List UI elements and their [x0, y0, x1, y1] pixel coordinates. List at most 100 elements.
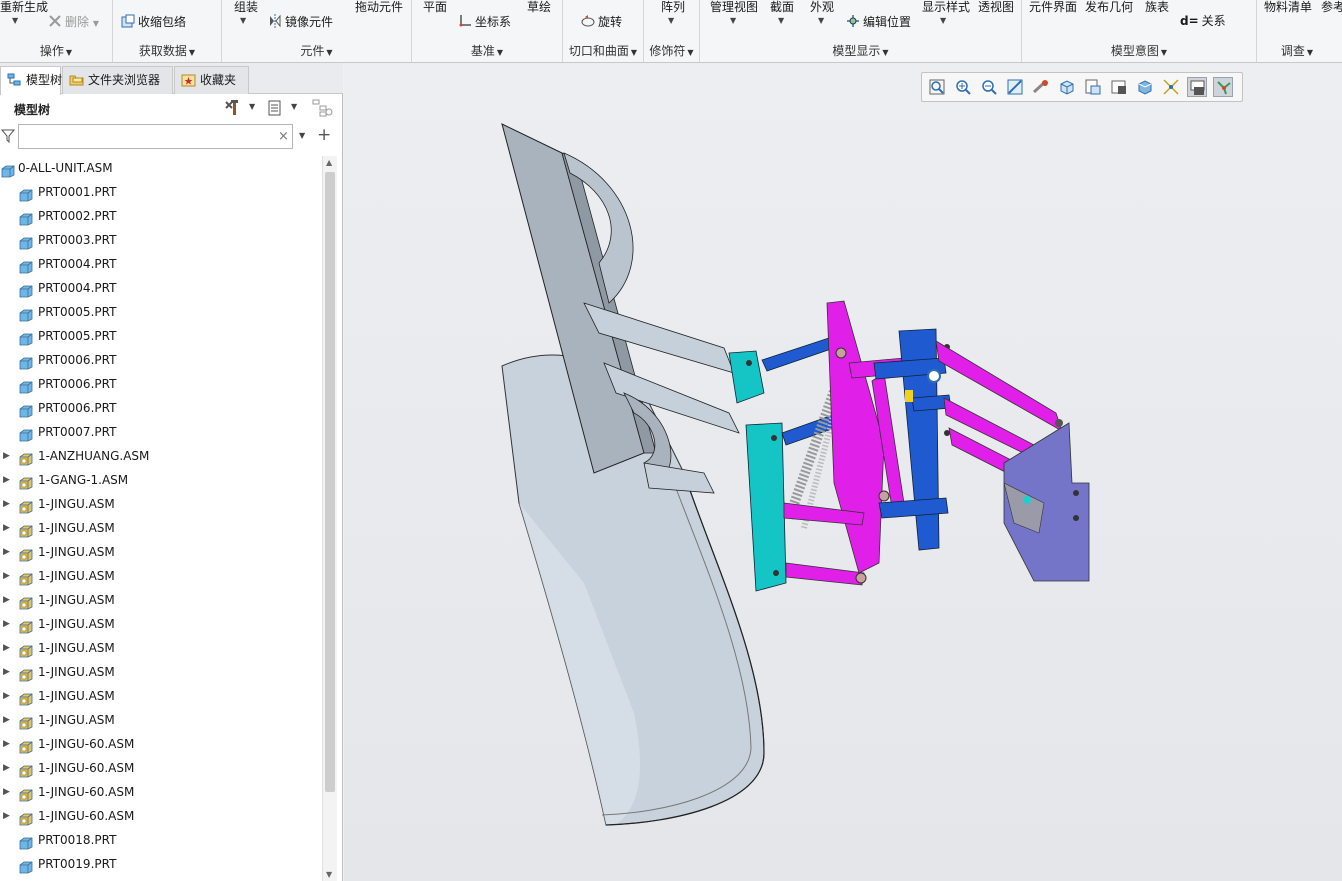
- group-cut-surface-label[interactable]: 切口和曲面 ▼: [563, 42, 643, 59]
- group-investigate-label[interactable]: 调查 ▼: [1257, 42, 1337, 59]
- tree-item[interactable]: PRT0005.PRT: [0, 300, 322, 324]
- show-icon[interactable]: [267, 99, 283, 120]
- expand-arrow-icon[interactable]: ▶: [3, 708, 10, 732]
- tree-item[interactable]: ▶ 1-JINGU-60.ASM: [0, 804, 322, 828]
- tree-item[interactable]: ▶ 1-JINGU.ASM: [0, 612, 322, 636]
- group-component-label[interactable]: 元件 ▼: [222, 42, 411, 59]
- mirror-component-button[interactable]: 镜像元件: [268, 14, 333, 29]
- magenta-frame[interactable]: [783, 300, 910, 586]
- section-button[interactable]: 截面: [770, 0, 794, 14]
- expand-arrow-icon[interactable]: ▶: [3, 684, 10, 708]
- tree-item[interactable]: PRT0006.PRT: [0, 348, 322, 372]
- tree-item[interactable]: PRT0006.PRT: [0, 372, 322, 396]
- drag-component-button[interactable]: 拖动元件: [355, 0, 403, 14]
- tree-item[interactable]: ▶ 1-JINGU.ASM: [0, 516, 322, 540]
- tree-item[interactable]: ▶ 1-JINGU.ASM: [0, 588, 322, 612]
- group-model-display-label[interactable]: 模型显示 ▼: [700, 42, 1021, 59]
- manage-views-dropdown-icon[interactable]: ▼: [730, 16, 736, 25]
- sketch-button[interactable]: 草绘: [527, 0, 551, 14]
- regenerate-button[interactable]: 重新生成: [0, 0, 48, 14]
- tab-favorites[interactable]: 收藏夹: [174, 66, 249, 94]
- scroll-down-icon[interactable]: ▼: [326, 870, 332, 879]
- display-style-dropdown-icon[interactable]: ▼: [940, 16, 946, 25]
- tree-item[interactable]: ▶ 1-JINGU.ASM: [0, 684, 322, 708]
- relations-button[interactable]: d= 关系: [1180, 14, 1226, 28]
- assembly-model-view[interactable]: [344, 63, 1342, 881]
- expand-arrow-icon[interactable]: ▶: [3, 756, 10, 780]
- tree-item[interactable]: ▶ 1-JINGU.ASM: [0, 636, 322, 660]
- tree-item[interactable]: ▶ 1-GANG-1.ASM: [0, 468, 322, 492]
- expand-arrow-icon[interactable]: ▶: [3, 564, 10, 588]
- clear-icon[interactable]: ×: [278, 129, 289, 144]
- search-input[interactable]: [18, 124, 293, 149]
- expand-arrow-icon[interactable]: ▶: [3, 612, 10, 636]
- graphics-viewport[interactable]: [344, 63, 1342, 881]
- expand-arrow-icon[interactable]: ▶: [3, 732, 10, 756]
- expand-arrow-icon[interactable]: ▶: [3, 516, 10, 540]
- settings-dropdown-icon[interactable]: ▼: [249, 102, 255, 111]
- expand-arrow-icon[interactable]: ▶: [3, 540, 10, 564]
- tree-item[interactable]: PRT0003.PRT: [0, 228, 322, 252]
- tree-item[interactable]: PRT0005.PRT: [0, 324, 322, 348]
- perspective-button[interactable]: 透视图: [978, 0, 1014, 14]
- tree-item[interactable]: ▶ 1-JINGU.ASM: [0, 540, 322, 564]
- manage-views-button[interactable]: 管理视图: [710, 0, 758, 14]
- appearance-button[interactable]: 外观: [810, 0, 834, 14]
- assemble-button[interactable]: 组装: [234, 0, 258, 14]
- reference-button[interactable]: 参考: [1321, 0, 1342, 14]
- publish-geometry-button[interactable]: 发布几何: [1085, 0, 1133, 14]
- scroll-up-icon[interactable]: ▲: [326, 158, 332, 167]
- expand-arrow-icon[interactable]: ▶: [3, 660, 10, 684]
- tab-folder-browser[interactable]: 文件夹浏览器: [62, 66, 173, 94]
- group-operations-label[interactable]: 操作 ▼: [0, 42, 112, 59]
- tree-item[interactable]: 0-ALL-UNIT.ASM: [0, 156, 322, 180]
- group-get-data-label[interactable]: 获取数据 ▼: [113, 42, 221, 59]
- display-style-button[interactable]: 显示样式: [922, 0, 970, 14]
- tree-item[interactable]: PRT0004.PRT: [0, 252, 322, 276]
- pattern-dropdown-icon[interactable]: ▼: [668, 16, 674, 25]
- expand-arrow-icon[interactable]: ▶: [3, 588, 10, 612]
- tree-item[interactable]: ▶ 1-ANZHUANG.ASM: [0, 444, 322, 468]
- tree-item[interactable]: PRT0007.PRT: [0, 420, 322, 444]
- pattern-button[interactable]: 阵列: [661, 0, 685, 14]
- assemble-dropdown-icon[interactable]: ▼: [240, 16, 246, 25]
- revolve-button[interactable]: 旋转: [581, 14, 622, 29]
- tree-item[interactable]: ▶ 1-JINGU.ASM: [0, 708, 322, 732]
- tree-item[interactable]: ▶ 1-JINGU-60.ASM: [0, 756, 322, 780]
- section-dropdown-icon[interactable]: ▼: [778, 16, 784, 25]
- scrollbar-thumb[interactable]: [325, 172, 335, 792]
- tree-scrollbar[interactable]: ▲ ▼: [322, 156, 337, 881]
- component-interface-button[interactable]: 元件界面: [1029, 0, 1077, 14]
- regenerate-dropdown-icon[interactable]: ▼: [12, 16, 18, 25]
- tree-item[interactable]: ▶ 1-JINGU.ASM: [0, 660, 322, 684]
- group-datum-label[interactable]: 基准 ▼: [412, 42, 562, 59]
- edit-position-button[interactable]: 编辑位置: [846, 14, 911, 29]
- tree-item[interactable]: PRT0006.PRT: [0, 396, 322, 420]
- filter-dropdown-icon[interactable]: ▼: [299, 131, 305, 140]
- group-modifiers-label[interactable]: 修饰符 ▼: [644, 42, 699, 59]
- appearance-dropdown-icon[interactable]: ▼: [818, 16, 824, 25]
- shrinkwrap-button[interactable]: 收缩包络: [121, 14, 186, 29]
- expand-arrow-icon[interactable]: ▶: [3, 444, 10, 468]
- expand-arrow-icon[interactable]: ▶: [3, 780, 10, 804]
- tree-item[interactable]: ▶ 1-JINGU.ASM: [0, 492, 322, 516]
- tree-item[interactable]: PRT0001.PRT: [0, 180, 322, 204]
- expand-arrow-icon[interactable]: ▶: [3, 636, 10, 660]
- tree-item[interactable]: ▶ 1-JINGU.ASM: [0, 564, 322, 588]
- plow-blade[interactable]: [501, 123, 765, 826]
- tree-filter-settings-icon[interactable]: [312, 98, 334, 121]
- tree-item[interactable]: PRT0004.PRT: [0, 276, 322, 300]
- csys-button[interactable]: 坐标系: [458, 14, 511, 29]
- group-model-intent-label[interactable]: 模型意图 ▼: [1022, 42, 1256, 59]
- tree-item[interactable]: PRT0002.PRT: [0, 204, 322, 228]
- tree-item[interactable]: PRT0018.PRT: [0, 828, 322, 852]
- plane-button[interactable]: 平面: [423, 0, 447, 14]
- tree-item[interactable]: PRT0019.PRT: [0, 852, 322, 876]
- expand-arrow-icon[interactable]: ▶: [3, 468, 10, 492]
- cyan-mounting-plate[interactable]: [728, 350, 787, 592]
- settings-icon[interactable]: [223, 99, 241, 120]
- family-table-button[interactable]: 族表: [1145, 0, 1169, 14]
- expand-arrow-icon[interactable]: ▶: [3, 804, 10, 828]
- tab-model-tree[interactable]: 模型树: [0, 66, 62, 95]
- tree-item[interactable]: ▶ 1-JINGU-60.ASM: [0, 780, 322, 804]
